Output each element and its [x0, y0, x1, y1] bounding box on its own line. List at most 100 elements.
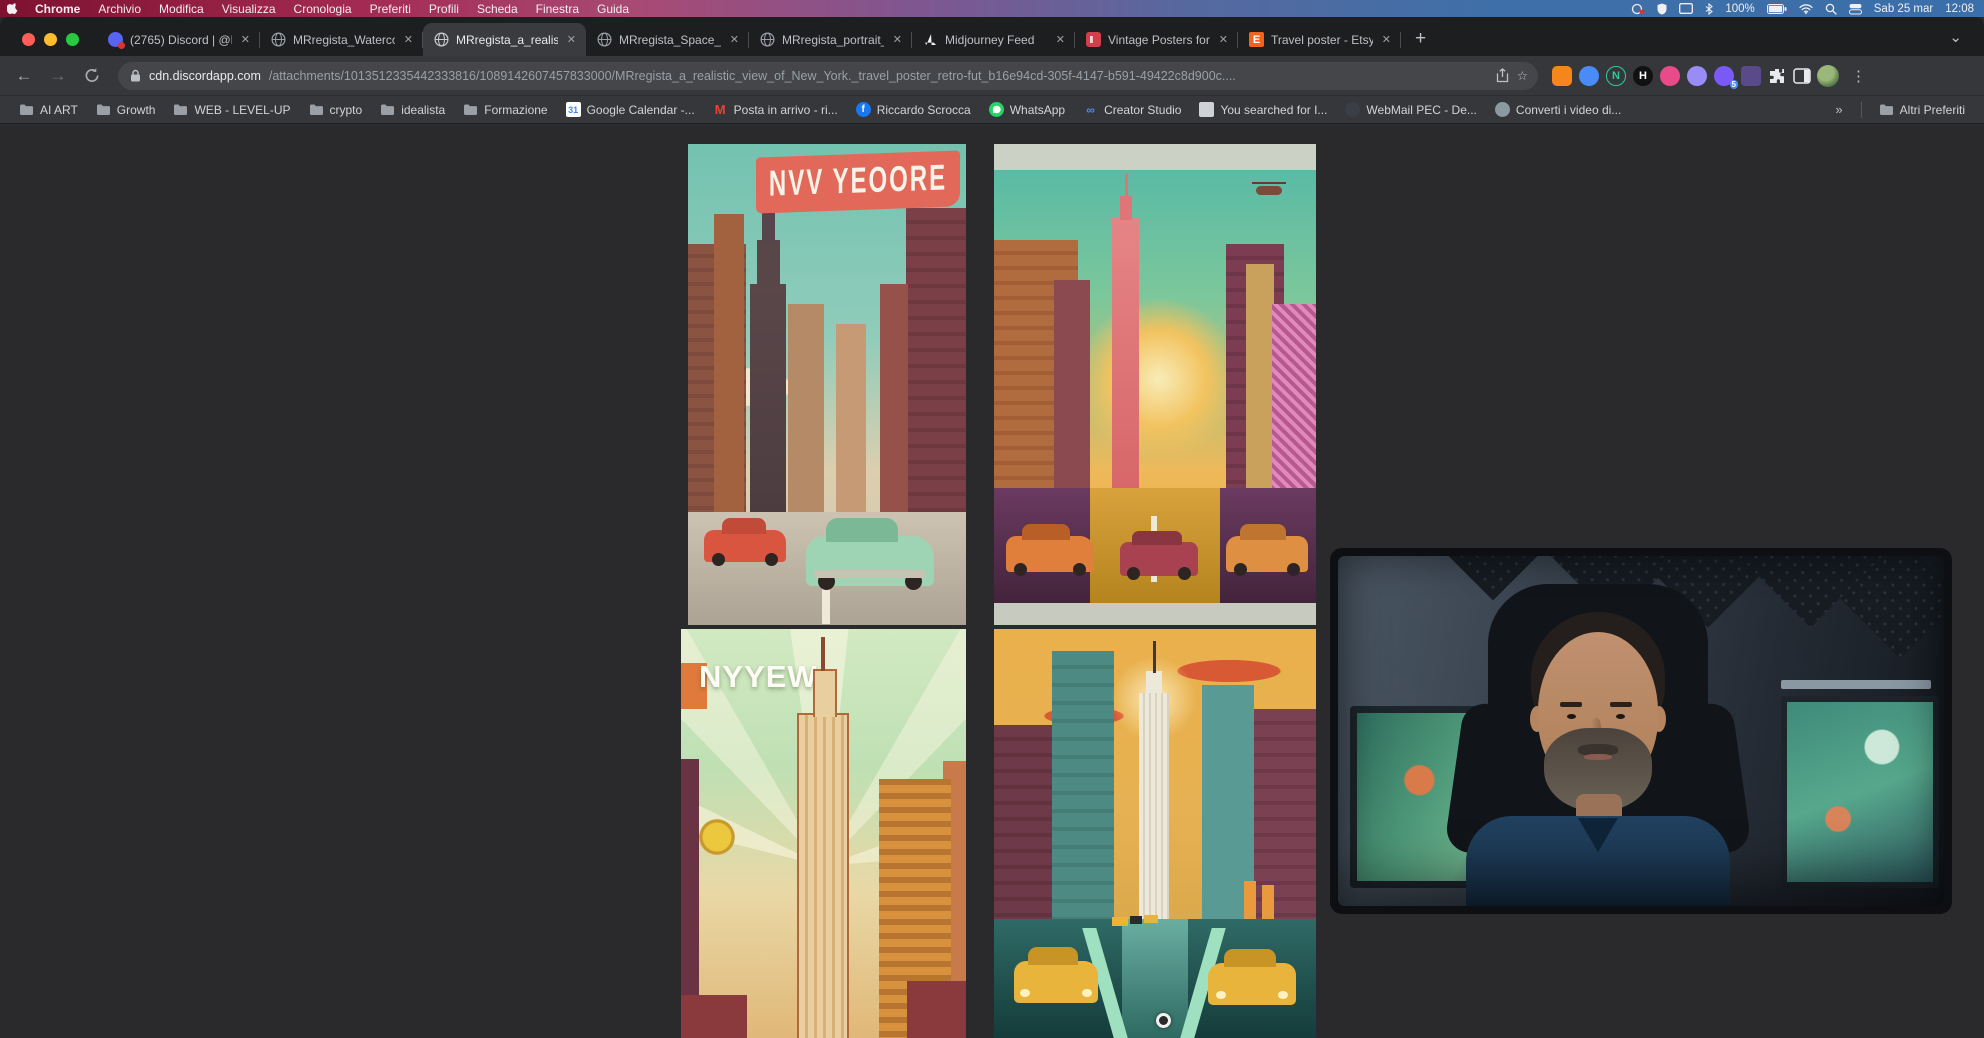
purple-badged-extension-icon[interactable]: 5 [1714, 66, 1734, 86]
menubar-item-profili[interactable]: Profili [420, 2, 468, 16]
poster-image-top-left[interactable]: NVV YEOORE [688, 144, 966, 625]
poster-image-top-right[interactable] [994, 144, 1316, 625]
pink-key-extension-icon[interactable] [1660, 66, 1680, 86]
poster-image-bottom-left[interactable]: NYYEW [681, 629, 966, 1038]
tab-close-icon[interactable]: ✕ [565, 31, 578, 48]
bookmark-folder-growth[interactable]: Growth [89, 99, 163, 120]
spotlight-icon[interactable] [1825, 3, 1837, 15]
bluetooth-icon[interactable] [1705, 3, 1713, 15]
bookmark-you-searched[interactable]: You searched for I... [1192, 99, 1334, 120]
tab-close-icon[interactable]: ✕ [728, 31, 741, 48]
url-path: /attachments/1013512335442333816/1089142… [269, 69, 1488, 83]
menubar-time[interactable]: 12:08 [1945, 3, 1974, 15]
macos-menubar: Chrome Archivio Modifica Visualizza Cron… [0, 0, 1984, 17]
apple-menu[interactable] [0, 2, 26, 16]
close-window-button[interactable] [22, 33, 35, 46]
poster-title-text: NVV YEOORE [769, 158, 947, 206]
tab-space-adventure[interactable]: MRregista_Space_Advent ✕ [586, 23, 749, 56]
bookmark-converti-video[interactable]: Converti i video di... [1488, 99, 1628, 120]
bookmark-gmail-inbox[interactable]: MPosta in arrivo - ri... [706, 99, 845, 120]
browser-toolbar: ← → cdn.discordapp.com /attachments/1013… [0, 56, 1984, 95]
forward-button[interactable]: → [44, 66, 72, 86]
bookmark-webmail-pec[interactable]: WebMail PEC - De... [1338, 99, 1483, 120]
menubar-date[interactable]: Sab 25 mar [1874, 3, 1933, 15]
bookmark-creator-studio[interactable]: ∞Creator Studio [1076, 99, 1188, 120]
reload-button[interactable] [78, 67, 106, 84]
tab-close-icon[interactable]: ✕ [1217, 31, 1230, 48]
bookmark-folder-idealista[interactable]: idealista [373, 99, 452, 120]
profile-avatar[interactable] [1817, 65, 1839, 87]
tab-vintage-posters[interactable]: Vintage Posters for Sale | ✕ [1075, 23, 1238, 56]
globe-favicon [597, 32, 612, 47]
menubar-item-archivio[interactable]: Archivio [89, 2, 150, 16]
tab-close-icon[interactable]: ✕ [402, 31, 415, 48]
menubar-item-finestra[interactable]: Finestra [527, 2, 588, 16]
bookmark-whatsapp[interactable]: WhatsApp [982, 99, 1072, 120]
bookmarks-divider [1861, 102, 1862, 118]
chrome-menu-icon[interactable]: ⋮ [1845, 67, 1870, 85]
tab-midjourney-feed[interactable]: Midjourney Feed ✕ [912, 23, 1075, 56]
bookmark-folder-web-level-up[interactable]: WEB - LEVEL-UP [166, 99, 297, 120]
back-button[interactable]: ← [10, 66, 38, 86]
other-bookmarks-folder[interactable]: Altri Preferiti [1872, 99, 1972, 120]
maximize-window-button[interactable] [66, 33, 79, 46]
tab-close-icon[interactable]: ✕ [891, 31, 904, 48]
tab-close-icon[interactable]: ✕ [1380, 31, 1393, 48]
meta-infinity-icon: ∞ [1083, 102, 1098, 117]
bookmarks-overflow-chevron[interactable]: » [1827, 102, 1850, 117]
globe-favicon [271, 32, 286, 47]
bookmark-folder-crypto[interactable]: crypto [302, 99, 370, 120]
blue-wave-extension-icon[interactable] [1579, 66, 1599, 86]
menubar-item-chrome[interactable]: Chrome [26, 2, 89, 16]
menubar-item-scheda[interactable]: Scheda [468, 2, 527, 16]
tab-etsy[interactable]: E Travel poster - Etsy IT ✕ [1238, 23, 1401, 56]
bookmark-facebook-profile[interactable]: fRiccardo Scrocca [849, 99, 978, 120]
poster-image-bottom-right[interactable] [994, 629, 1316, 1038]
bookmark-folder-formazione[interactable]: Formazione [456, 99, 554, 120]
tab-portrait[interactable]: MRregista_portrait_on_a ✕ [749, 23, 912, 56]
address-bar[interactable]: cdn.discordapp.com /attachments/10135123… [118, 62, 1538, 90]
share-icon[interactable] [1496, 68, 1509, 83]
maroon-car [1120, 542, 1198, 576]
menubar-item-visualizza[interactable]: Visualizza [213, 2, 285, 16]
wifi-icon[interactable] [1799, 4, 1813, 14]
bookmarks-bar: AI ART Growth WEB - LEVEL-UP crypto idea… [0, 95, 1984, 123]
minimize-window-button[interactable] [44, 33, 57, 46]
mouse-cursor [1156, 1013, 1171, 1028]
apple-logo-icon [7, 2, 19, 16]
shield-icon[interactable] [1657, 3, 1667, 15]
menubar-item-guida[interactable]: Guida [588, 2, 638, 16]
menubar-item-cronologia[interactable]: Cronologia [285, 2, 361, 16]
h-circle-extension-icon[interactable]: H [1633, 66, 1653, 86]
tab-realistic-view-active[interactable]: MRregista_a_realistic_vie ✕ [423, 23, 586, 56]
gmail-icon: M [713, 102, 728, 117]
menubar-item-preferiti[interactable]: Preferiti [361, 2, 420, 16]
tab-search-chevron-icon[interactable]: ⌄ [1949, 28, 1984, 56]
display-icon[interactable] [1679, 3, 1693, 14]
bookmark-folder-ai-art[interactable]: AI ART [12, 99, 85, 120]
grid-extension-icon[interactable] [1741, 66, 1761, 86]
tab-discord[interactable]: (2765) Discord | @Midjou ✕ [97, 23, 260, 56]
window-controls [0, 33, 97, 56]
green-n-extension-icon[interactable]: N [1606, 66, 1626, 86]
webcam-vignette [1338, 556, 1944, 906]
tab-watercolor[interactable]: MRregista_Watercolor_Pa ✕ [260, 23, 423, 56]
battery-percent: 100% [1725, 3, 1754, 15]
new-tab-button[interactable]: + [1401, 28, 1426, 56]
webcam-overlay[interactable] [1330, 548, 1952, 914]
tab-close-icon[interactable]: ✕ [239, 31, 252, 48]
globe-favicon [760, 32, 775, 47]
user-switch-icon[interactable] [1849, 3, 1862, 15]
extensions-puzzle-icon[interactable] [1768, 67, 1786, 85]
extension-badge: 5 [1730, 80, 1738, 89]
menubar-item-modifica[interactable]: Modifica [150, 2, 213, 16]
lavender-extension-icon[interactable] [1687, 66, 1707, 86]
tab-close-icon[interactable]: ✕ [1054, 31, 1067, 48]
bookmark-google-calendar[interactable]: 31Google Calendar -... [559, 99, 702, 120]
screen-record-icon[interactable] [1631, 3, 1645, 15]
bookmark-star-icon[interactable]: ☆ [1517, 68, 1528, 83]
etsy-favicon: E [1249, 32, 1264, 47]
folder-icon [1879, 102, 1894, 117]
side-panel-icon[interactable] [1793, 68, 1811, 84]
metamask-extension-icon[interactable] [1552, 66, 1572, 86]
